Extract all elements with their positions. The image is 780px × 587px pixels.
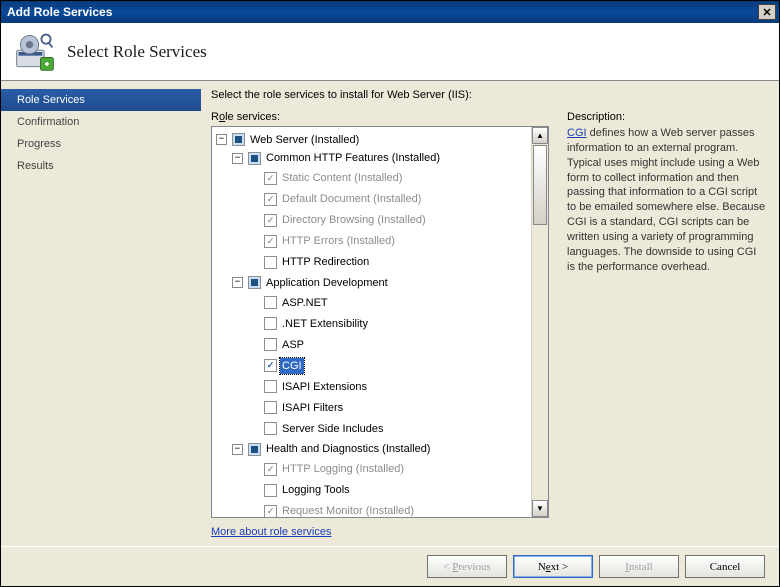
checkbox[interactable] xyxy=(264,359,277,372)
checkbox[interactable] xyxy=(264,235,277,248)
window-title: Add Role Services xyxy=(7,5,758,19)
tree-node-label[interactable]: ISAPI Extensions xyxy=(280,379,369,395)
checkbox[interactable] xyxy=(264,214,277,227)
checkbox[interactable] xyxy=(248,443,261,456)
tree-node-label[interactable]: ASP.NET xyxy=(280,295,330,311)
scroll-up-icon[interactable]: ▲ xyxy=(532,127,548,144)
tree-node-label[interactable]: Static Content (Installed) xyxy=(280,170,404,186)
next-button[interactable]: Next > xyxy=(513,555,593,578)
checkbox[interactable] xyxy=(264,317,277,330)
tree-node-label[interactable]: Application Development xyxy=(264,275,390,291)
close-button[interactable]: ✕ xyxy=(758,4,776,20)
tree-node-label[interactable]: HTTP Logging (Installed) xyxy=(280,461,406,477)
previous-button: < Previous xyxy=(427,555,507,578)
checkbox[interactable] xyxy=(264,193,277,206)
tree-node-label[interactable]: Request Monitor (Installed) xyxy=(280,503,416,517)
expander-icon[interactable]: − xyxy=(232,153,243,164)
checkbox[interactable] xyxy=(248,276,261,289)
scroll-thumb[interactable] xyxy=(533,145,547,225)
expander-icon[interactable]: − xyxy=(232,444,243,455)
description-panel: Description: CGI defines how a Web serve… xyxy=(567,111,767,538)
checkbox[interactable] xyxy=(264,505,277,518)
tree-node-label[interactable]: Default Document (Installed) xyxy=(280,191,423,207)
tree-node-label[interactable]: Health and Diagnostics (Installed) xyxy=(264,441,432,457)
install-button: Install xyxy=(599,555,679,578)
tree-node-label[interactable]: .NET Extensibility xyxy=(280,316,370,332)
tree-node-label[interactable]: HTTP Errors (Installed) xyxy=(280,233,397,249)
checkbox[interactable] xyxy=(264,296,277,309)
tree-node-label[interactable]: HTTP Redirection xyxy=(280,254,371,270)
scroll-track[interactable] xyxy=(532,226,548,500)
tree-node-label[interactable]: Server Side Includes xyxy=(280,421,386,437)
checkbox[interactable] xyxy=(248,152,261,165)
wizard-body: Role Services Confirmation Progress Resu… xyxy=(1,81,779,546)
page-title: Select Role Services xyxy=(67,42,207,62)
sidebar-item-results[interactable]: Results xyxy=(1,155,201,177)
tree-node-label[interactable]: Web Server (Installed) xyxy=(248,132,361,148)
checkbox[interactable] xyxy=(264,422,277,435)
sidebar-item-confirmation[interactable]: Confirmation xyxy=(1,111,201,133)
tree-node-cgi[interactable]: CGI xyxy=(280,358,304,374)
instruction-text: Select the role services to install for … xyxy=(211,89,767,101)
checkbox[interactable] xyxy=(264,484,277,497)
main-panel: Select the role services to install for … xyxy=(201,81,779,546)
checkbox[interactable] xyxy=(264,463,277,476)
tree-node-label[interactable]: ISAPI Filters xyxy=(280,400,345,416)
checkbox[interactable] xyxy=(232,133,245,146)
sidebar-item-progress[interactable]: Progress xyxy=(1,133,201,155)
cgi-link[interactable]: CGI xyxy=(567,127,587,139)
button-bar: < Previous Next > Install Cancel xyxy=(1,546,779,586)
description-text: CGI defines how a Web server passes info… xyxy=(567,126,767,274)
description-header: Description: xyxy=(567,111,767,123)
scroll-down-icon[interactable]: ▼ xyxy=(532,500,548,517)
wizard-header: Select Role Services xyxy=(1,23,779,81)
checkbox[interactable] xyxy=(264,401,277,414)
scrollbar[interactable]: ▲ ▼ xyxy=(531,127,548,517)
tree-node-label[interactable]: Logging Tools xyxy=(280,482,352,498)
more-about-link[interactable]: More about role services xyxy=(211,526,549,538)
expander-icon[interactable]: − xyxy=(216,134,227,145)
role-services-tree[interactable]: −Web Server (Installed) −Common HTTP Fea… xyxy=(211,126,549,518)
cancel-button[interactable]: Cancel xyxy=(685,555,765,578)
titlebar: Add Role Services ✕ xyxy=(1,1,779,23)
checkbox[interactable] xyxy=(264,338,277,351)
checkbox[interactable] xyxy=(264,172,277,185)
tree-node-label[interactable]: Common HTTP Features (Installed) xyxy=(264,150,442,166)
role-services-label: Role services: xyxy=(211,111,549,123)
sidebar: Role Services Confirmation Progress Resu… xyxy=(1,81,201,546)
checkbox[interactable] xyxy=(264,380,277,393)
tree-node-label[interactable]: ASP xyxy=(280,337,306,353)
tree-node-label[interactable]: Directory Browsing (Installed) xyxy=(280,212,428,228)
expander-icon[interactable]: − xyxy=(232,277,243,288)
checkbox[interactable] xyxy=(264,256,277,269)
role-services-icon xyxy=(13,30,57,74)
sidebar-item-role-services[interactable]: Role Services xyxy=(1,89,201,111)
